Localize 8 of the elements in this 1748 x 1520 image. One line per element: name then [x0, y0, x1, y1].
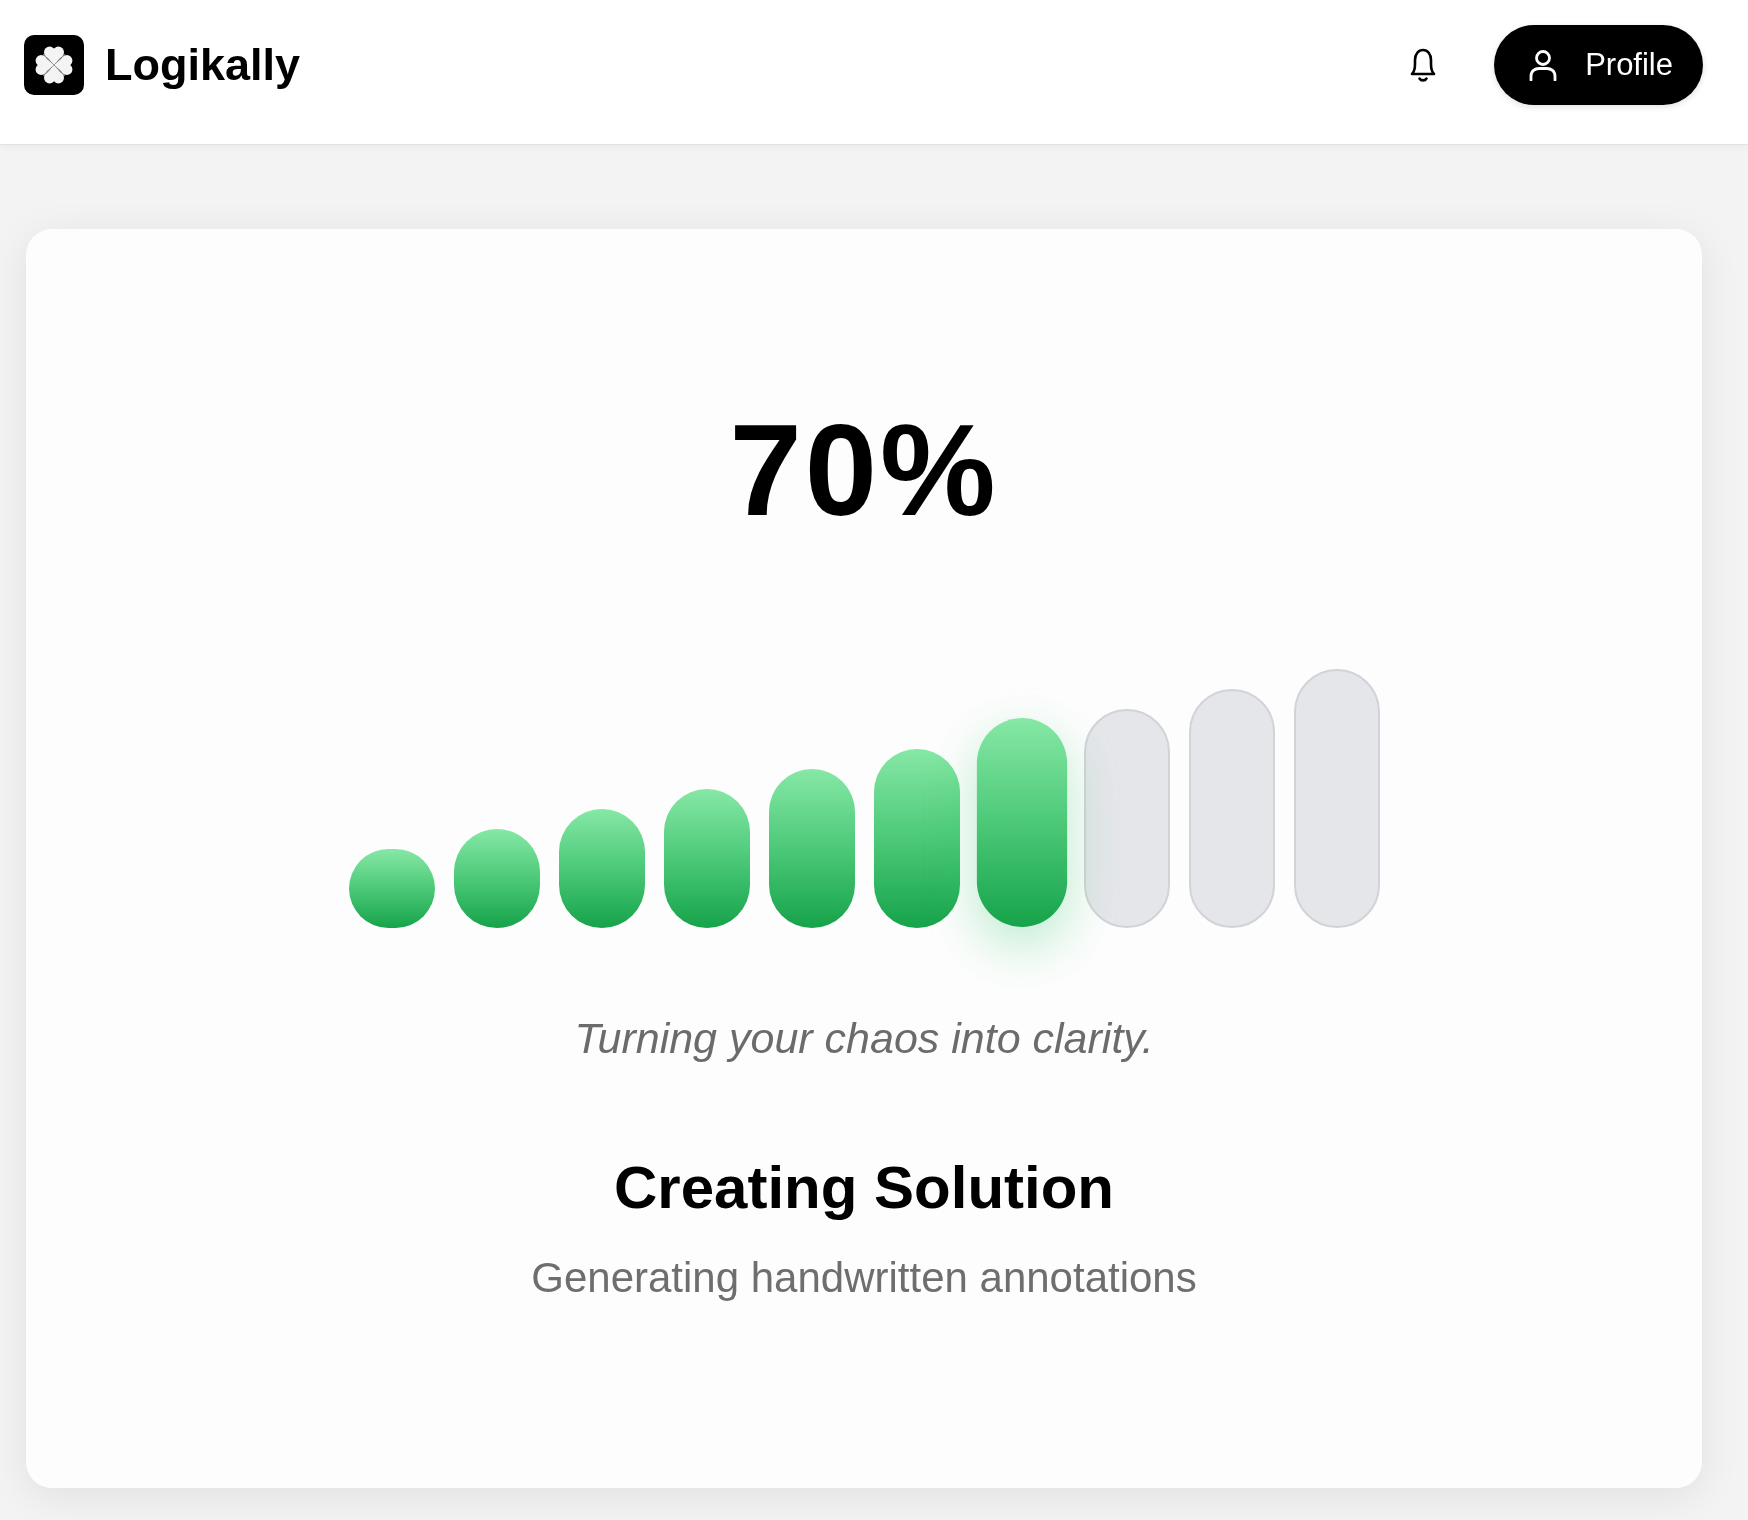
status-title: Creating Solution [614, 1152, 1114, 1223]
progress-percent: 70% [729, 405, 999, 535]
status-detail: Generating handwritten annotations [531, 1252, 1197, 1303]
clover-logo-icon [24, 35, 84, 95]
tagline: Turning your chaos into clarity. [574, 1013, 1154, 1064]
person-icon [1529, 49, 1558, 81]
profile-button[interactable]: Profile [1494, 25, 1703, 105]
brand-name: Logikally [105, 40, 301, 90]
